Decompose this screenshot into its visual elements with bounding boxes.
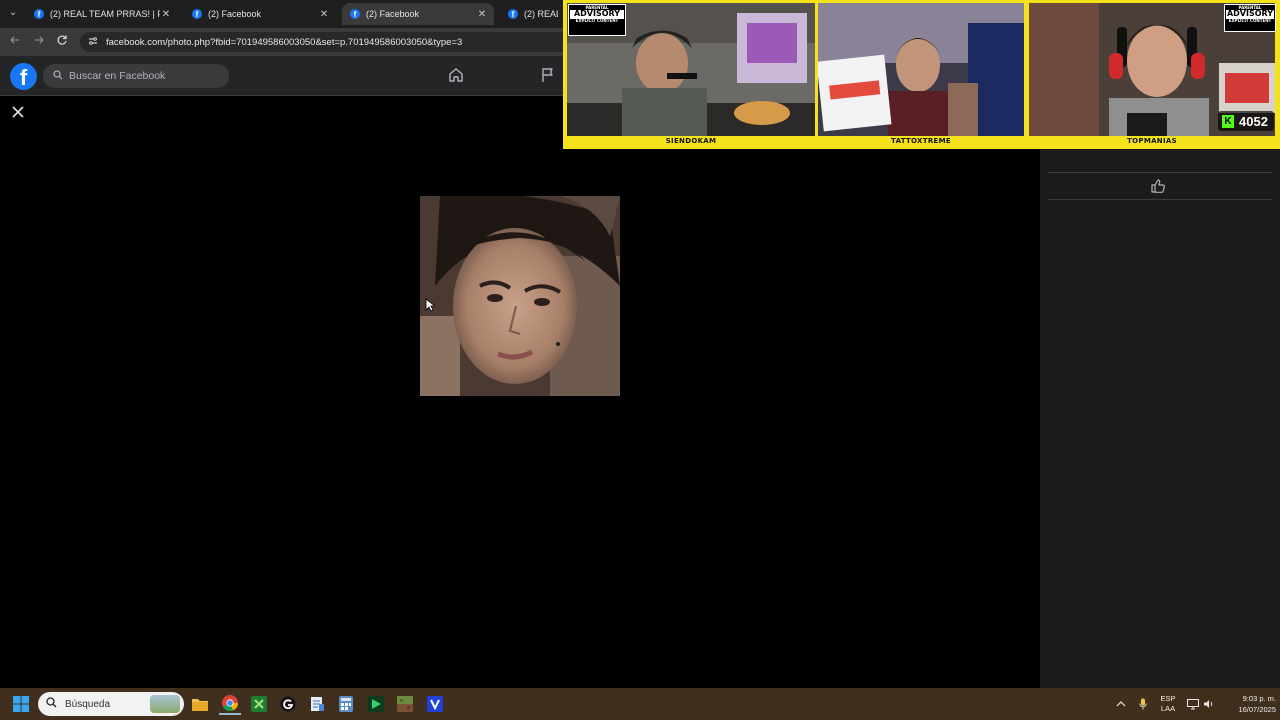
language-code: ESP xyxy=(1160,694,1176,703)
tab-title: (2) Facebook xyxy=(208,9,262,19)
kick-viewer-count: K 4052 xyxy=(1218,111,1274,131)
screen: ⌄ f (2) REAL TEAM PRRAS! | Facebook ✕ f … xyxy=(0,0,1280,720)
taskbar-search-label: Búsqueda xyxy=(65,698,111,710)
network-icon[interactable] xyxy=(1186,688,1200,720)
chrome-icon[interactable] xyxy=(219,693,241,715)
mouse-cursor-icon xyxy=(425,298,437,312)
clock-time: 9:03 p. m. xyxy=(1242,694,1276,703)
divider xyxy=(1048,172,1272,173)
tab-title: (2) Facebook xyxy=(366,9,420,19)
webcam-label: TATTOXTREME xyxy=(891,137,951,145)
browser-tab-active[interactable]: f (2) Facebook ✕ xyxy=(342,3,494,25)
webcam-label: SIENDOKAM xyxy=(665,137,717,145)
tab-close-icon[interactable]: ✕ xyxy=(476,9,488,20)
url-text: facebook.com/photo.php?fbid=701949586003… xyxy=(106,36,463,48)
site-info-icon[interactable] xyxy=(88,36,98,48)
search-highlight-image xyxy=(150,695,180,713)
microphone-icon[interactable] xyxy=(1136,688,1150,720)
tab-close-icon[interactable]: ✕ xyxy=(160,9,172,20)
system-clock[interactable]: 9:03 p. m. 16/07/2025 xyxy=(1218,693,1276,715)
divider xyxy=(1048,199,1272,200)
v-app-icon[interactable] xyxy=(424,693,446,715)
browser-tab[interactable]: f (2) Facebook ✕ xyxy=(184,3,336,25)
tab-title: (2) REAL TE xyxy=(524,9,558,19)
back-arrow-icon[interactable] xyxy=(6,33,24,51)
tab-close-icon[interactable]: ✕ xyxy=(318,9,330,20)
kick-logo-icon: K xyxy=(1222,114,1234,128)
taskbar-search-box[interactable]: Búsqueda xyxy=(38,692,184,716)
browser-tab[interactable]: f (2) REAL TE xyxy=(500,3,564,25)
search-icon xyxy=(46,697,57,711)
flag-pages-icon[interactable] xyxy=(539,66,559,86)
language-indicator[interactable]: ESP LAA xyxy=(1156,694,1180,714)
like-thumb-icon[interactable] xyxy=(1150,178,1168,196)
browser-tab[interactable]: f (2) REAL TEAM PRRAS! | Facebook ✕ xyxy=(26,3,178,25)
facebook-favicon-icon: f xyxy=(192,9,202,19)
webcam-feed xyxy=(818,3,1024,136)
photo-side-panel xyxy=(1040,96,1280,688)
facebook-logo[interactable]: f xyxy=(10,63,37,90)
facebook-favicon-icon: f xyxy=(34,9,44,19)
facebook-favicon-icon: f xyxy=(350,9,360,19)
tab-title: (2) REAL TEAM PRRAS! | Facebook xyxy=(50,9,160,19)
search-icon xyxy=(53,69,63,83)
calculator-icon[interactable] xyxy=(335,693,357,715)
keyboard-layout: LAA xyxy=(1160,704,1176,713)
webcam-label: TOPMANIAS xyxy=(1127,137,1177,145)
close-icon[interactable] xyxy=(8,102,30,124)
photo-image[interactable] xyxy=(420,196,620,396)
facebook-search-input[interactable]: Buscar en Facebook xyxy=(43,64,229,88)
facebook-favicon-icon: f xyxy=(508,9,518,19)
windows-start-icon[interactable] xyxy=(12,695,30,713)
home-icon[interactable] xyxy=(447,66,467,86)
parental-advisory-badge: PARENTAL ADVISORY EXPLICIT CONTENT xyxy=(1224,4,1276,32)
tab-search-button[interactable]: ⌄ xyxy=(4,4,22,22)
clock-date: 16/07/2025 xyxy=(1238,705,1276,714)
media-player-icon[interactable] xyxy=(365,693,387,715)
reload-icon[interactable] xyxy=(53,33,71,51)
search-placeholder: Buscar en Facebook xyxy=(69,70,166,82)
xbox-app-icon[interactable] xyxy=(248,693,270,715)
parental-advisory-badge: PARENTAL ADVISORY EXPLICIT CONTENT xyxy=(568,4,626,36)
volume-icon[interactable] xyxy=(1202,688,1216,720)
g-app-icon[interactable] xyxy=(277,693,299,715)
notepad-app-icon[interactable] xyxy=(306,693,328,715)
minecraft-icon[interactable] xyxy=(394,693,416,715)
file-explorer-icon[interactable] xyxy=(189,693,211,715)
windows-taskbar: Búsqueda ESP LAA 9:03 p. m. 16/07/2025 xyxy=(0,688,1280,720)
show-hidden-icons-chevron-icon[interactable] xyxy=(1114,688,1128,720)
forward-arrow-icon[interactable] xyxy=(30,33,48,51)
viewer-count: 4052 xyxy=(1239,113,1268,129)
